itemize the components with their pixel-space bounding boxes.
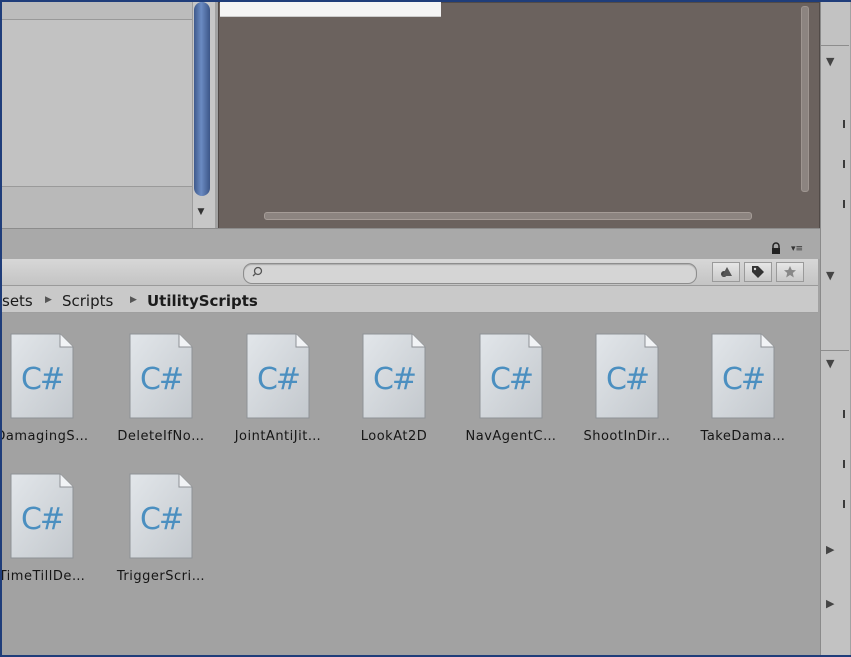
asset-grid: C# DamagingS… C# DeleteIfNo… C# JointAntiJit…… — [2, 313, 818, 655]
foldout-arrow-icon[interactable]: ▼ — [826, 358, 834, 370]
csharp-glyph: C# — [139, 362, 184, 397]
asset-label: TriggerScri… — [116, 569, 206, 584]
scene-horizontal-scrollbar[interactable] — [264, 212, 752, 220]
asset-item[interactable]: C# TimeTillDe… — [2, 473, 85, 603]
csharp-glyph: C# — [721, 362, 766, 397]
scene-view[interactable] — [218, 2, 820, 230]
asset-item[interactable]: C# TriggerScri… — [67, 473, 205, 603]
shapes-icon — [721, 267, 732, 277]
search-icon — [252, 266, 263, 277]
asset-item[interactable]: C# DeleteIfNo… — [67, 333, 204, 463]
inspector-divider — [821, 350, 849, 351]
breadcrumb-item[interactable]: Scripts — [62, 292, 113, 310]
foldout-arrow-icon[interactable]: ▼ — [826, 270, 834, 282]
csharp-glyph: C# — [20, 502, 65, 537]
filter-by-label-button[interactable] — [744, 262, 772, 282]
csharp-glyph: C# — [605, 362, 650, 397]
filter-by-type-button[interactable] — [712, 262, 740, 282]
csharp-glyph: C# — [20, 362, 65, 397]
asset-label: TakeDama… — [700, 429, 786, 444]
asset-item[interactable]: C# DamagingS… — [2, 333, 88, 463]
foldout-collapsed-arrow-icon[interactable]: ▶ — [826, 544, 834, 556]
inspector-text-fragment — [843, 500, 845, 508]
asset-item[interactable]: C# JointAntiJit… — [184, 333, 321, 463]
foldout-collapsed-arrow-icon[interactable]: ▶ — [826, 598, 834, 610]
scene-vertical-scrollbar[interactable] — [801, 6, 809, 192]
hierarchy-scrollbar-thumb[interactable] — [194, 2, 210, 196]
asset-item[interactable]: C# TakeDama… — [649, 333, 785, 463]
breadcrumb-current[interactable]: UtilityScripts — [147, 292, 258, 310]
inspector-text-fragment — [843, 460, 845, 468]
hierarchy-row[interactable] — [2, 2, 192, 20]
panel-menu-icon[interactable]: ▾≡ — [791, 244, 813, 254]
asset-item[interactable]: C# ShootInDir… — [533, 333, 670, 463]
inspector-text-fragment — [843, 160, 845, 168]
csharp-glyph: C# — [372, 362, 417, 397]
favorites-button[interactable] — [776, 262, 804, 282]
asset-item[interactable]: C# LookAt2D — [300, 333, 427, 463]
lock-icon[interactable] — [770, 242, 782, 254]
asset-item[interactable]: C# NavAgentC… — [417, 333, 556, 463]
breadcrumb-separator-icon: ▶ — [45, 295, 52, 305]
scene-overlay-panel — [220, 2, 441, 17]
csharp-glyph: C# — [139, 502, 184, 537]
hierarchy-row[interactable] — [2, 186, 192, 229]
breadcrumb-separator-icon: ▶ — [130, 295, 137, 305]
csharp-glyph: C# — [489, 362, 534, 397]
search-input[interactable] — [243, 263, 697, 284]
panel-separator — [2, 228, 820, 259]
breadcrumb-item[interactable]: sets — [2, 292, 33, 310]
inspector-text-fragment — [843, 120, 845, 128]
inspector-panel — [820, 2, 850, 655]
tag-icon — [752, 266, 764, 278]
foldout-arrow-icon[interactable]: ▼ — [826, 56, 834, 68]
scroll-down-arrow-icon[interactable]: ▼ — [194, 205, 208, 219]
inspector-text-fragment — [843, 410, 845, 418]
csharp-glyph: C# — [256, 362, 301, 397]
star-icon — [784, 266, 796, 278]
breadcrumb — [2, 286, 818, 313]
inspector-text-fragment — [843, 200, 845, 208]
inspector-divider — [821, 45, 849, 46]
